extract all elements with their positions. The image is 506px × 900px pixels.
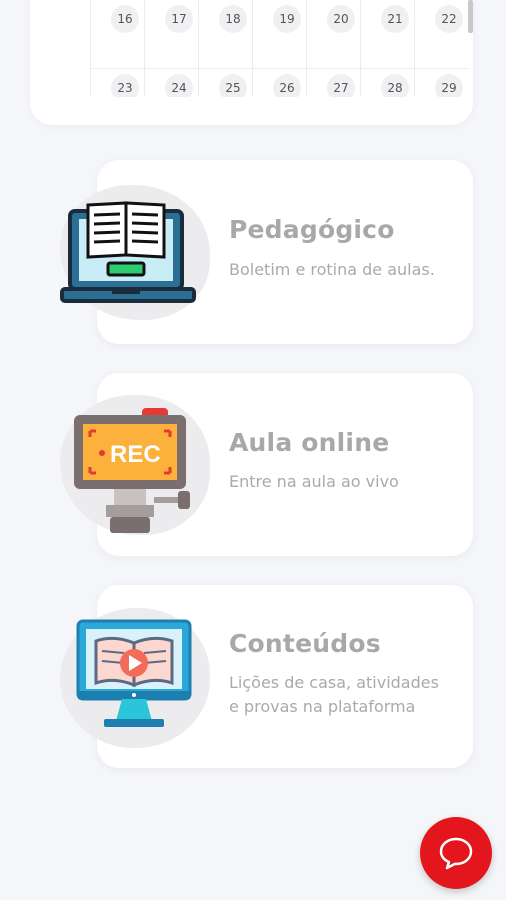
card-title: Pedagógico: [229, 215, 395, 244]
card-description: Lições de casa, atividades: [229, 673, 439, 692]
calendar-day-cell[interactable]: 18: [198, 0, 253, 68]
calendar-grid: 16 17 18 19 20 21 22 23 24 25 26 27 28 2…: [90, 0, 468, 97]
calendar-day[interactable]: 23: [111, 74, 139, 97]
calendar-day[interactable]: 20: [327, 5, 355, 33]
calendar-day-cell[interactable]: 26: [252, 69, 307, 97]
calendar-day-cell[interactable]: 27: [306, 69, 361, 97]
calendar-day-cell[interactable]: 29: [414, 69, 468, 97]
calendar-day-cell[interactable]: 24: [144, 69, 199, 97]
calendar-week-row: 23 24 25 26 27 28 29: [90, 69, 468, 97]
calendar-week-row: 16 17 18 19 20 21 22: [90, 0, 468, 69]
calendar-card: 16 17 18 19 20 21 22 23 24 25 26 27 28 2…: [30, 0, 473, 125]
calendar-day-cell[interactable]: 22: [414, 0, 469, 68]
calendar-day[interactable]: 16: [111, 5, 139, 33]
calendar-day[interactable]: 27: [327, 74, 355, 97]
calendar-scrollbar[interactable]: [468, 0, 473, 33]
calendar-day-cell[interactable]: 23: [90, 69, 145, 97]
calendar-day-cell[interactable]: 17: [144, 0, 199, 68]
calendar-day[interactable]: 29: [435, 74, 463, 97]
chat-bubble-icon: [438, 836, 474, 875]
calendar-day[interactable]: 26: [273, 74, 301, 97]
card-description: Boletim e rotina de aulas.: [229, 260, 435, 279]
card-title: Aula online: [229, 428, 390, 457]
calendar-day[interactable]: 19: [273, 5, 301, 33]
monitor-video-book-icon: [74, 617, 194, 737]
chat-button[interactable]: [420, 817, 492, 889]
calendar-day[interactable]: 18: [219, 5, 247, 33]
rec-camera-icon: REC: [70, 405, 200, 545]
calendar-day[interactable]: 17: [165, 5, 193, 33]
card-description-line2: e provas na plataforma: [229, 697, 416, 716]
calendar-day[interactable]: 28: [381, 74, 409, 97]
calendar-day[interactable]: 21: [381, 5, 409, 33]
calendar-day-cell[interactable]: 21: [360, 0, 415, 68]
calendar-day[interactable]: 25: [219, 74, 247, 97]
card-description: Entre na aula ao vivo: [229, 472, 399, 491]
card-title: Conteúdos: [229, 629, 381, 658]
calendar-day[interactable]: 22: [435, 5, 463, 33]
calendar-day-cell[interactable]: 19: [252, 0, 307, 68]
calendar-day-cell[interactable]: 20: [306, 0, 361, 68]
laptop-book-icon: [58, 195, 198, 315]
calendar-day[interactable]: 24: [165, 74, 193, 97]
svg-text:REC: REC: [110, 441, 161, 468]
calendar-day-cell[interactable]: 16: [90, 0, 145, 68]
calendar-day-cell[interactable]: 28: [360, 69, 415, 97]
calendar-day-cell[interactable]: 25: [198, 69, 253, 97]
